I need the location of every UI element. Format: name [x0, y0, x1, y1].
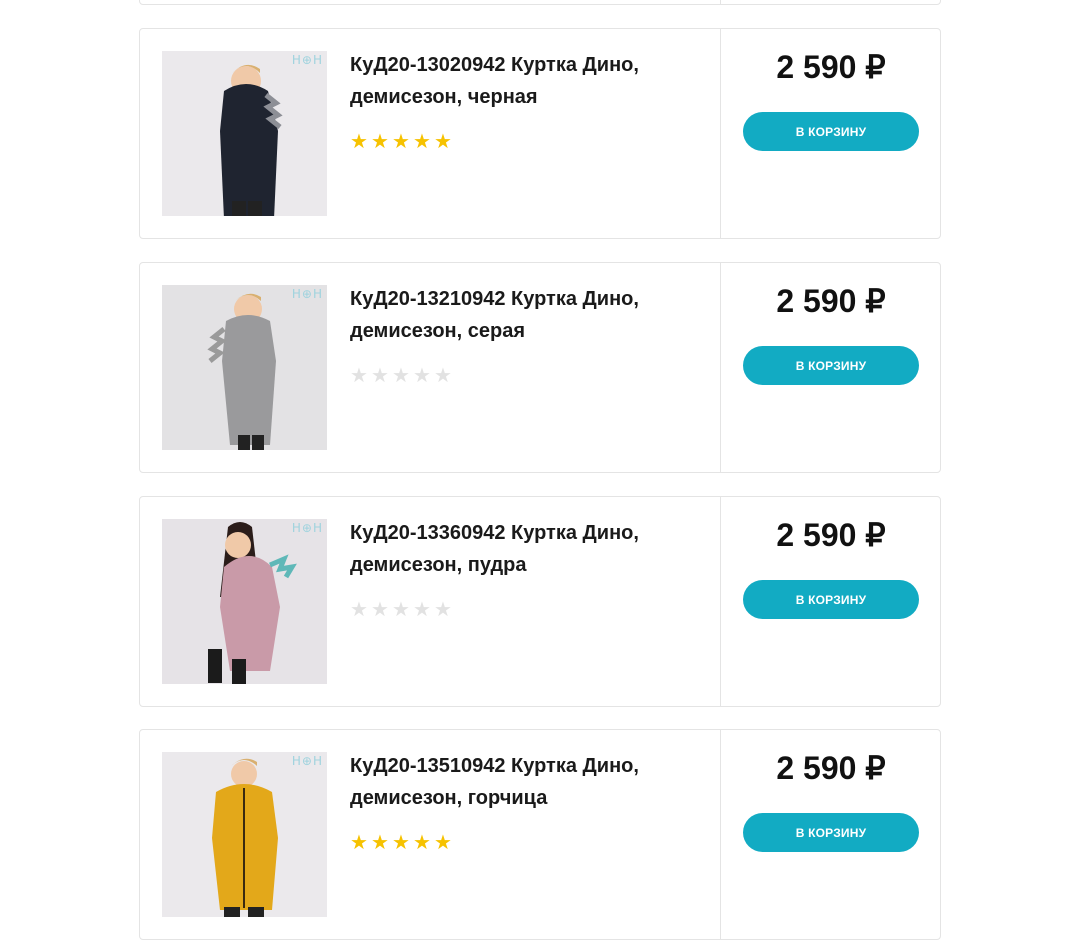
- star-icon: ★: [371, 363, 389, 387]
- product-image[interactable]: Н⊕Н: [162, 752, 327, 917]
- star-icon: ★: [350, 830, 368, 854]
- star-icon: ★: [350, 129, 368, 153]
- product-image[interactable]: Н⊕Н: [162, 51, 327, 216]
- star-icon: ★: [413, 830, 431, 854]
- star-icon: ★: [371, 830, 389, 854]
- star-icon: ★: [350, 363, 368, 387]
- star-icon: ★: [434, 597, 452, 621]
- product-card: Н⊕Н КуД20-13510942 Куртка Дино, демисезо…: [139, 729, 941, 940]
- product-photo-figure: [162, 519, 327, 684]
- product-price: 2 590 ₽: [776, 750, 886, 786]
- product-image[interactable]: Н⊕Н: [162, 285, 327, 450]
- star-icon: ★: [413, 363, 431, 387]
- product-price: 2 590 ₽: [776, 49, 886, 85]
- star-icon: ★: [413, 597, 431, 621]
- product-photo-figure: [162, 285, 327, 450]
- rating-stars: ★ ★ ★ ★ ★: [349, 363, 453, 387]
- star-icon: ★: [413, 129, 431, 153]
- add-to-cart-button[interactable]: В КОРЗИНУ: [743, 580, 919, 619]
- star-icon: ★: [392, 363, 410, 387]
- star-icon: ★: [434, 830, 452, 854]
- rating-stars: ★ ★ ★ ★ ★: [349, 830, 453, 854]
- add-to-cart-button[interactable]: В КОРЗИНУ: [743, 813, 919, 852]
- product-title[interactable]: КуД20-13510942 Куртка Дино, демисезон, г…: [350, 750, 700, 814]
- rating-stars: ★ ★ ★ ★ ★: [349, 597, 453, 621]
- star-icon: ★: [434, 363, 452, 387]
- add-to-cart-button[interactable]: В КОРЗИНУ: [743, 112, 919, 151]
- product-title[interactable]: КуД20-13360942 Куртка Дино, демисезон, п…: [350, 517, 700, 581]
- brand-watermark-icon: Н⊕Н: [291, 521, 323, 535]
- product-title[interactable]: КуД20-13210942 Куртка Дино, демисезон, с…: [350, 283, 700, 347]
- star-icon: ★: [371, 129, 389, 153]
- star-icon: ★: [392, 597, 410, 621]
- star-icon: ★: [350, 597, 368, 621]
- card-divider: [720, 0, 721, 4]
- product-card: Н⊕Н КуД20-13210942 Куртка Дино, демисезо…: [139, 262, 941, 473]
- product-title[interactable]: КуД20-13020942 Куртка Дино, демисезон, ч…: [350, 49, 700, 113]
- product-photo-figure: [162, 752, 327, 917]
- star-icon: ★: [371, 597, 389, 621]
- add-to-cart-button[interactable]: В КОРЗИНУ: [743, 346, 919, 385]
- brand-watermark-icon: Н⊕Н: [291, 287, 323, 301]
- product-price: 2 590 ₽: [776, 283, 886, 319]
- star-icon: ★: [392, 830, 410, 854]
- product-price: 2 590 ₽: [776, 517, 886, 553]
- star-icon: ★: [392, 129, 410, 153]
- product-photo-figure: [162, 51, 327, 216]
- product-image[interactable]: Н⊕Н: [162, 519, 327, 684]
- product-list: Н⊕Н КуД20-13020942 Куртка Дино, демисезо…: [0, 0, 1080, 947]
- product-card: Н⊕Н КуД20-13020942 Куртка Дино, демисезо…: [139, 28, 941, 239]
- brand-watermark-icon: Н⊕Н: [291, 53, 323, 67]
- product-card: Н⊕Н КуД20-13360942 Куртка Дино, демисезо…: [139, 496, 941, 707]
- product-card-partial: [139, 0, 941, 5]
- rating-stars: ★ ★ ★ ★ ★: [349, 129, 453, 153]
- brand-watermark-icon: Н⊕Н: [291, 754, 323, 768]
- star-icon: ★: [434, 129, 452, 153]
